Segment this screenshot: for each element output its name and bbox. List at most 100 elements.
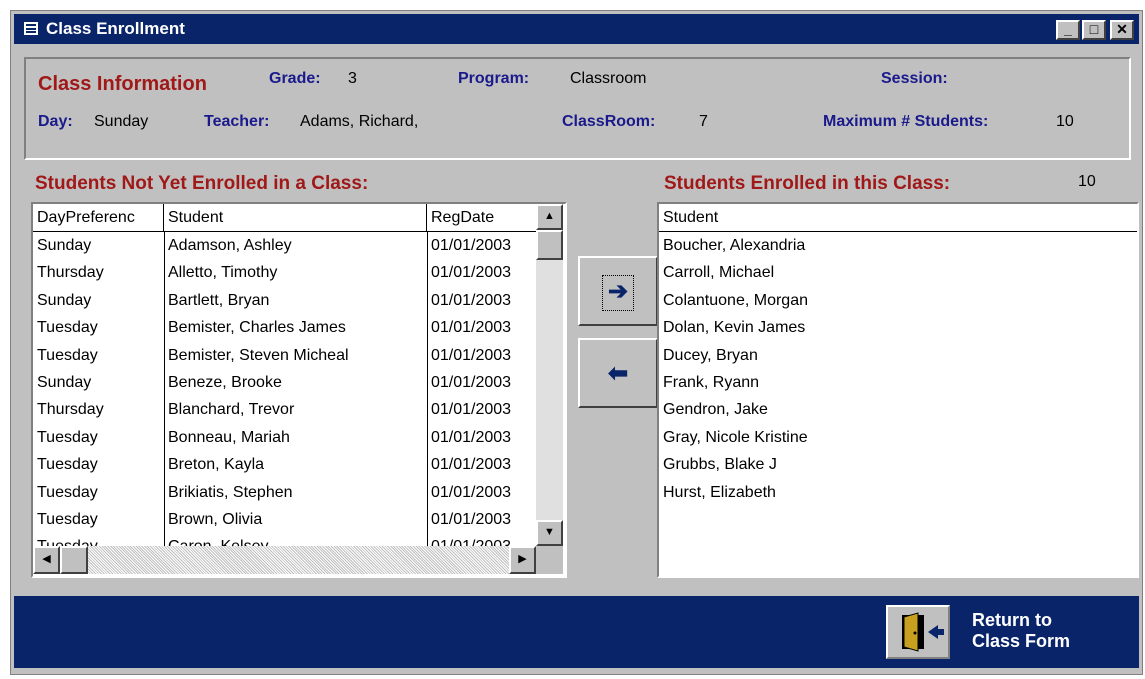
table-row[interactable]: Thursday Blanchard, Trevor 01/01/2003 bbox=[33, 396, 536, 423]
cell-regdate: 01/01/2003 bbox=[431, 373, 512, 391]
scroll-up-button[interactable]: ▲ bbox=[536, 204, 563, 230]
table-row[interactable]: Tuesday Brown, Olivia 01/01/2003 bbox=[33, 506, 536, 533]
footer-bar: Return to Class Form bbox=[14, 596, 1139, 668]
left-arrow-icon: ◀ bbox=[42, 553, 51, 565]
not-enrolled-rows: Sunday Adamson, Ashley 01/01/2003 Thursday A… bbox=[33, 232, 536, 546]
maximize-button[interactable]: □ bbox=[1082, 20, 1106, 40]
not-enrolled-header: DayPreferenc Student RegDate bbox=[33, 204, 536, 232]
exit-door-icon bbox=[902, 612, 944, 652]
column-header-daypreference[interactable]: DayPreferenc bbox=[33, 204, 164, 231]
class-enrollment-window: Class Enrollment _ □ ✕ Class Information… bbox=[10, 10, 1143, 675]
scroll-down-button[interactable]: ▼ bbox=[536, 520, 563, 546]
cell-regdate: 01/01/2003 bbox=[431, 346, 512, 364]
grade-label: Grade: bbox=[269, 70, 321, 87]
table-row[interactable]: Sunday Bartlett, Bryan 01/01/2003 bbox=[33, 287, 536, 314]
cell-student: Frank, Ryann bbox=[663, 373, 760, 391]
enrolled-rows: Boucher, Alexandria Carroll, Michael Colan… bbox=[659, 232, 1137, 572]
cell-student: Boucher, Alexandria bbox=[663, 237, 806, 254]
cell-student: Gendron, Jake bbox=[663, 401, 768, 419]
up-arrow-icon: ▲ bbox=[544, 210, 555, 222]
return-to-class-form-button[interactable] bbox=[886, 605, 950, 659]
list-item[interactable]: Grubbs, Blake J bbox=[659, 451, 1137, 478]
table-row[interactable]: Sunday Adamson, Ashley 01/01/2003 bbox=[33, 232, 536, 259]
cell-daypreference: Tuesday bbox=[37, 346, 98, 364]
scroll-right-button[interactable]: ▶ bbox=[509, 546, 536, 574]
table-row[interactable]: Tuesday Breton, Kayla 01/01/2003 bbox=[33, 451, 536, 478]
max-students-label: Maximum # Students: bbox=[823, 113, 989, 130]
table-row[interactable]: Thursday Alletto, Timothy 01/01/2003 bbox=[33, 259, 536, 286]
cell-daypreference: Tuesday bbox=[33, 533, 164, 546]
cell-student: Alletto, Timothy bbox=[168, 264, 278, 282]
arrow-right-icon: ➔ bbox=[602, 275, 634, 311]
enrolled-listbox[interactable]: Student Boucher, Alexandria Carroll, Mich… bbox=[657, 202, 1139, 578]
list-item[interactable]: Dolan, Kevin James bbox=[659, 314, 1137, 341]
return-label-line1: Return to bbox=[972, 610, 1052, 630]
class-information-panel: Class Information Grade: 3 Program: Clas… bbox=[24, 57, 1131, 160]
list-item[interactable]: Gray, Nicole Kristine bbox=[659, 424, 1137, 451]
list-item[interactable]: Gendron, Jake bbox=[659, 396, 1137, 423]
cell-student: Bartlett, Bryan bbox=[168, 291, 270, 309]
minimize-button[interactable]: _ bbox=[1056, 20, 1080, 40]
cell-daypreference: Tuesday bbox=[37, 428, 98, 446]
arrow-left-icon: ⬅ bbox=[607, 360, 629, 387]
column-header-regdate[interactable]: RegDate bbox=[427, 204, 536, 231]
cell-daypreference: Thursday bbox=[37, 264, 104, 282]
down-arrow-icon: ▼ bbox=[544, 526, 555, 538]
table-row[interactable]: Tuesday Brikiatis, Stephen 01/01/2003 bbox=[33, 479, 536, 506]
close-icon: ✕ bbox=[1116, 21, 1128, 37]
cell-regdate: 01/01/2003 bbox=[427, 533, 536, 546]
list-item[interactable]: Ducey, Bryan bbox=[659, 342, 1137, 369]
remove-student-button[interactable]: ⬅ bbox=[578, 338, 658, 408]
max-students-value: 10 bbox=[1056, 113, 1074, 130]
cell-student: Grubbs, Blake J bbox=[663, 456, 777, 474]
table-row[interactable]: TuesdayCaron, Kelsey01/01/2003 bbox=[33, 533, 536, 546]
program-value: Classroom bbox=[570, 70, 647, 87]
cell-student: Colantuone, Morgan bbox=[663, 291, 808, 309]
vertical-scrollbar[interactable]: ▲ ▼ bbox=[536, 204, 563, 546]
list-item[interactable]: Boucher, Alexandria bbox=[659, 232, 1137, 259]
scroll-left-button[interactable]: ◀ bbox=[33, 546, 60, 574]
minimize-icon: _ bbox=[1064, 21, 1072, 37]
add-student-button[interactable]: ➔ bbox=[578, 256, 658, 326]
title-bar: Class Enrollment _ □ ✕ bbox=[14, 14, 1139, 44]
table-row[interactable]: Tuesday Bemister, Steven Micheal 01/01/200… bbox=[33, 342, 536, 369]
cell-daypreference: Tuesday bbox=[37, 510, 98, 528]
table-row[interactable]: Tuesday Bemister, Charles James 01/01/2003 bbox=[33, 314, 536, 341]
cell-daypreference: Tuesday bbox=[37, 456, 98, 474]
cell-student: Bemister, Steven Micheal bbox=[168, 346, 349, 364]
table-row[interactable]: Tuesday Bonneau, Mariah 01/01/2003 bbox=[33, 424, 536, 451]
cell-daypreference: Sunday bbox=[37, 237, 92, 254]
cell-regdate: 01/01/2003 bbox=[431, 510, 512, 528]
close-button[interactable]: ✕ bbox=[1110, 20, 1134, 40]
cell-regdate: 01/01/2003 bbox=[431, 483, 512, 501]
column-header-student[interactable]: Student bbox=[164, 204, 427, 231]
return-to-class-form-label[interactable]: Return to Class Form bbox=[972, 610, 1070, 652]
column-header-student[interactable]: Student bbox=[659, 204, 1137, 231]
list-item[interactable]: Carroll, Michael bbox=[659, 259, 1137, 286]
cell-student: Adamson, Ashley bbox=[168, 237, 292, 254]
cell-regdate: 01/01/2003 bbox=[431, 237, 512, 254]
cell-student: Carroll, Michael bbox=[663, 264, 775, 282]
return-label-line2: Class Form bbox=[972, 631, 1071, 651]
day-label: Day: bbox=[38, 113, 73, 130]
cell-student: Bonneau, Mariah bbox=[168, 428, 290, 446]
table-row[interactable]: Sunday Beneze, Brooke 01/01/2003 bbox=[33, 369, 536, 396]
horizontal-scroll-thumb[interactable] bbox=[60, 546, 88, 574]
horizontal-scrollbar[interactable]: ◀ ▶ bbox=[33, 546, 563, 574]
session-label: Session: bbox=[881, 70, 948, 87]
cell-student: Brikiatis, Stephen bbox=[168, 483, 293, 501]
enrolled-heading: Students Enrolled in this Class: bbox=[664, 173, 951, 194]
cell-regdate: 01/01/2003 bbox=[431, 291, 512, 309]
list-item[interactable]: Frank, Ryann bbox=[659, 369, 1137, 396]
form-icon bbox=[24, 22, 38, 35]
cell-regdate: 01/01/2003 bbox=[431, 401, 512, 419]
list-item[interactable]: Colantuone, Morgan bbox=[659, 287, 1137, 314]
grade-value: 3 bbox=[348, 70, 357, 87]
not-enrolled-listbox[interactable]: DayPreferenc Student RegDate Sunday Adams… bbox=[31, 202, 567, 578]
cell-student: Gray, Nicole Kristine bbox=[663, 428, 808, 446]
list-item[interactable]: Hurst, Elizabeth bbox=[659, 479, 1137, 506]
cell-regdate: 01/01/2003 bbox=[431, 428, 512, 446]
vertical-scroll-thumb[interactable] bbox=[536, 230, 563, 260]
teacher-value: Adams, Richard, bbox=[300, 113, 419, 130]
class-information-heading: Class Information bbox=[38, 73, 207, 95]
